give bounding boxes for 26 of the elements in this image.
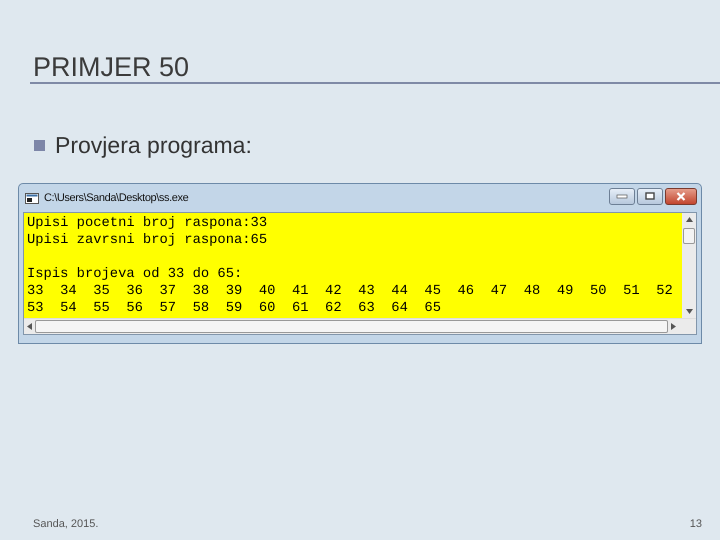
console-line: Upisi pocetni broj raspona:33 [27, 215, 268, 232]
slide-title: PRIMJER 50 [32, 52, 190, 82]
scroll-up-icon [686, 217, 692, 222]
scroll-down-icon [686, 309, 692, 314]
console-line: 53 54 55 56 57 58 59 60 61 62 63 64 65 [27, 300, 442, 317]
bullet-icon [34, 140, 45, 151]
console-line: 33 34 35 36 37 38 39 40 41 42 43 44 45 46 47 48 49 50 51 52 [27, 283, 674, 300]
minimize-button[interactable] [609, 188, 635, 204]
console-line: Ispis brojeva od 33 do 65: [27, 266, 244, 283]
console-icon [25, 192, 39, 204]
scroll-thumb[interactable] [35, 320, 668, 333]
page-number: 13 [690, 518, 702, 530]
bullet-text: Provjera programa: [55, 132, 252, 159]
horizontal-scrollbar[interactable] [24, 318, 696, 334]
console-line: Upisi zavrsni broj raspona:65 [27, 232, 268, 249]
footer-author: Sanda, 2015. [33, 518, 98, 530]
maximize-button[interactable] [637, 188, 663, 204]
close-icon [676, 192, 686, 200]
minimize-icon [616, 193, 628, 199]
vertical-scrollbar[interactable] [682, 213, 696, 318]
scroll-thumb[interactable] [683, 228, 695, 244]
scroll-right-icon [671, 323, 676, 330]
close-button[interactable] [665, 188, 697, 204]
scroll-left-icon [27, 323, 32, 330]
maximize-icon [645, 192, 655, 200]
window-title: C:\Users\Sanda\Desktop\ss.exe [44, 192, 188, 204]
